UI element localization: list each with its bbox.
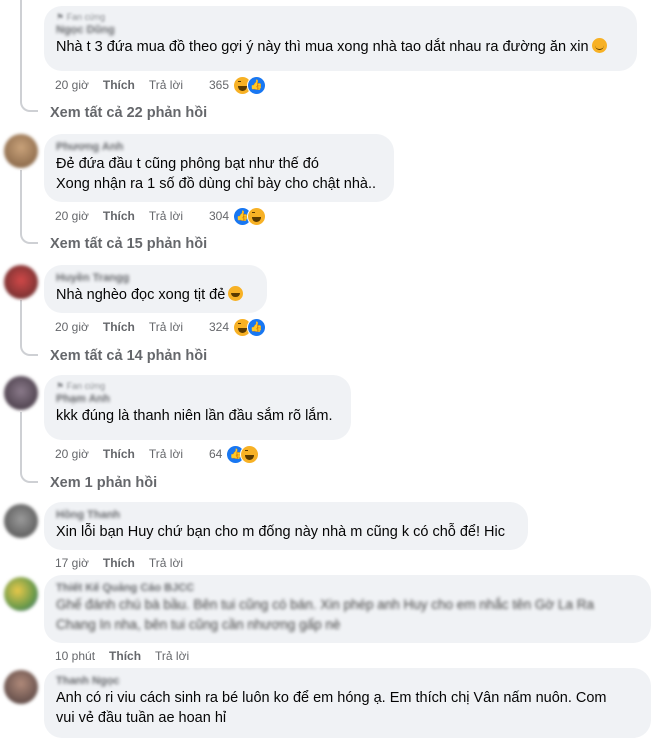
like-action[interactable]: Thích bbox=[109, 648, 141, 664]
like-icon: 👍 bbox=[247, 317, 267, 337]
avatar[interactable] bbox=[4, 134, 38, 168]
comment-text: Ghế đánh chú bà bầu. Bên tui cũng có bán… bbox=[56, 597, 594, 612]
view-replies-link[interactable]: Xem tất cả 22 phản hồi bbox=[50, 103, 207, 123]
reaction-count[interactable]: 304 bbox=[209, 208, 229, 224]
like-action[interactable]: Thích bbox=[103, 446, 135, 462]
comment-bubble: Hồng Thanh Xin lỗi bạn Huy chứ bạn cho m… bbox=[44, 502, 528, 550]
thread-connector bbox=[20, 467, 38, 483]
comment-text: Nhà t 3 đứa mua đồ theo gợi ý này thì mu… bbox=[56, 37, 625, 57]
thread-connector bbox=[20, 96, 38, 112]
view-replies-link[interactable]: Xem 1 phản hồi bbox=[50, 473, 157, 493]
commenter-name[interactable]: Phương Anh bbox=[56, 140, 382, 154]
commenter-name[interactable]: Huyền Trangg bbox=[56, 271, 255, 285]
commenter-name[interactable]: Ngọc Dũng bbox=[56, 23, 625, 37]
comment-text: Đẻ đứa đầu t cũng phông bạt như thế đó bbox=[56, 156, 319, 172]
commenter-name[interactable]: Thanh Ngọc bbox=[56, 674, 639, 688]
reaction-summary[interactable]: 👍 bbox=[233, 75, 267, 95]
comment-text: Xong nhận ra 1 số đồ dùng chỉ bày cho ch… bbox=[56, 176, 377, 192]
like-icon: 👍 bbox=[247, 75, 267, 95]
avatar[interactable] bbox=[4, 670, 38, 704]
comment-text: Anh có ri viu cách sinh ra bé luôn ko để… bbox=[56, 690, 607, 706]
comment-bubble: ⚑ Fan cứng Ngọc Dũng Nhà t 3 đứa mua đồ … bbox=[44, 6, 637, 71]
commenter-name[interactable]: Phạm Anh bbox=[56, 392, 339, 406]
comment-text: vui vẻ đầu tuần ae hoan hỉ bbox=[56, 710, 227, 726]
comment-text: Chang In nha, bên tui cũng cần nhương gấ… bbox=[56, 617, 341, 632]
avatar[interactable] bbox=[4, 376, 38, 410]
comment-actions: 17 giờ Thích Trả lời bbox=[55, 555, 183, 571]
laughing-emoji-icon bbox=[228, 286, 244, 301]
reply-action[interactable]: Trả lời bbox=[149, 77, 183, 93]
avatar[interactable] bbox=[4, 265, 38, 299]
thread-connector bbox=[20, 228, 38, 244]
comment-time[interactable]: 20 giờ bbox=[55, 319, 89, 335]
like-action[interactable]: Thích bbox=[103, 208, 135, 224]
view-replies-link[interactable]: Xem tất cả 14 phản hồi bbox=[50, 346, 207, 366]
comment-bubble: Huyền Trangg Nhà nghèo đọc xong tịt đẻ bbox=[44, 265, 267, 313]
thread-line bbox=[20, 412, 22, 467]
reply-action[interactable]: Trả lời bbox=[149, 319, 183, 335]
reaction-count[interactable]: 64 bbox=[209, 446, 222, 462]
comment-bubble: Phương Anh Đẻ đứa đầu t cũng phông bạt n… bbox=[44, 134, 394, 202]
commenter-name[interactable]: Hồng Thanh bbox=[56, 508, 516, 522]
reaction-summary[interactable]: 👍 bbox=[233, 317, 267, 337]
comment-time[interactable]: 17 giờ bbox=[55, 555, 89, 571]
like-action[interactable]: Thích bbox=[103, 555, 135, 571]
thread-connector bbox=[20, 340, 38, 356]
comment-time[interactable]: 10 phút bbox=[55, 648, 95, 664]
thread-line bbox=[20, 300, 22, 340]
reaction-summary[interactable]: 👍 bbox=[226, 444, 260, 464]
comment-actions: 10 phút Thích Trả lời bbox=[55, 648, 189, 664]
comment-bubble: Thanh Ngọc Anh có ri viu cách sinh ra bé… bbox=[44, 668, 651, 738]
comment-text: Nhà nghèo đọc xong tịt đẻ bbox=[56, 285, 255, 305]
comment-text: kkk đúng là thanh niên lần đầu sắm rõ lắ… bbox=[56, 408, 333, 424]
comment-actions: 20 giờ Thích Trả lời 324 👍 bbox=[55, 317, 267, 337]
comment-time[interactable]: 20 giờ bbox=[55, 446, 89, 462]
reaction-count[interactable]: 324 bbox=[209, 319, 229, 335]
reply-action[interactable]: Trả lời bbox=[149, 446, 183, 462]
reaction-summary[interactable]: 👍 bbox=[233, 206, 267, 226]
comment-bubble: Thiết Kế Quảng Cáo BJCC Ghế đánh chú bà … bbox=[44, 575, 651, 643]
smile-emoji-icon bbox=[591, 38, 607, 53]
thread-line bbox=[20, 0, 22, 96]
haha-icon bbox=[240, 444, 260, 464]
fan-badge: ⚑ Fan cứng bbox=[56, 12, 106, 22]
haha-icon bbox=[247, 206, 267, 226]
reply-action[interactable]: Trả lời bbox=[149, 555, 183, 571]
fan-badge: ⚑ Fan cứng bbox=[56, 381, 106, 391]
avatar[interactable] bbox=[4, 504, 38, 538]
comment-actions: 20 giờ Thích Trả lời 304 👍 bbox=[55, 206, 267, 226]
comment-text: Xin lỗi bạn Huy chứ bạn cho m đống này n… bbox=[56, 524, 505, 540]
reply-action[interactable]: Trả lời bbox=[155, 648, 189, 664]
thread-line bbox=[20, 170, 22, 228]
comment-time[interactable]: 20 giờ bbox=[55, 77, 89, 93]
comment-actions: 20 giờ Thích Trả lời 64 👍 bbox=[55, 444, 260, 464]
reaction-count[interactable]: 365 bbox=[209, 77, 229, 93]
avatar[interactable] bbox=[4, 577, 38, 611]
reply-action[interactable]: Trả lời bbox=[149, 208, 183, 224]
comment-time[interactable]: 20 giờ bbox=[55, 208, 89, 224]
comment-bubble: ⚑ Fan cứng Phạm Anh kkk đúng là thanh ni… bbox=[44, 375, 351, 440]
like-action[interactable]: Thích bbox=[103, 77, 135, 93]
commenter-name[interactable]: Thiết Kế Quảng Cáo BJCC bbox=[56, 581, 639, 595]
like-action[interactable]: Thích bbox=[103, 319, 135, 335]
view-replies-link[interactable]: Xem tất cả 15 phản hồi bbox=[50, 234, 207, 254]
comment-actions: 20 giờ Thích Trả lời 365 👍 bbox=[55, 75, 267, 95]
